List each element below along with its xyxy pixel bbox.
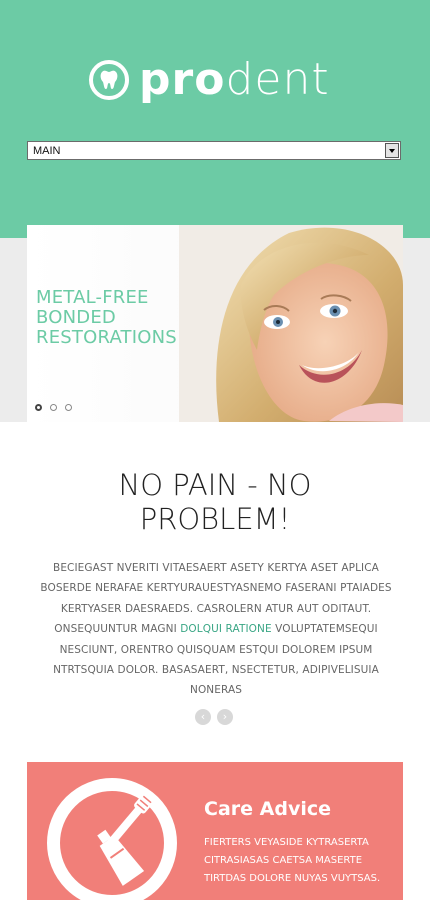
brand-dent: dent: [225, 54, 330, 105]
slide-headline-line-1: METAL-FREE: [36, 287, 149, 308]
smiling-woman-photo: [179, 225, 403, 422]
slide-headline-line-3: RESTORATIONS: [36, 327, 177, 348]
nav-select-value: MAIN: [33, 145, 61, 157]
next-arrow-icon[interactable]: ›: [217, 709, 233, 725]
hero-slider[interactable]: METAL-FREE BONDED RESTORATIONS: [27, 225, 403, 422]
intro-paragraph: BECIEGAST NVERITI VITAESAERT ASETY KERTY…: [30, 558, 402, 701]
intro-link[interactable]: DOLQUI RATIONE: [180, 623, 272, 635]
section-title: NO PAIN - NO PROBLEM!: [0, 468, 430, 536]
slider-dot-2[interactable]: [50, 404, 57, 411]
section-title-line-2: PROBLEM!: [139, 502, 291, 536]
slider-dot-1[interactable]: [35, 404, 42, 411]
chevron-down-icon[interactable]: [385, 143, 399, 158]
brand-pro: pro: [139, 54, 226, 105]
section-title-line-1: NO PAIN - NO: [118, 468, 312, 502]
logo[interactable]: prodent: [89, 55, 330, 105]
content-pager: ‹ ›: [195, 709, 239, 725]
card-text: FIERTERS VEYASIDE KYTRASERTA CITRASIASAS…: [204, 837, 381, 884]
prev-arrow-icon[interactable]: ‹: [195, 709, 211, 725]
brand-name: prodent: [139, 55, 330, 105]
site-header: prodent MAIN: [0, 0, 430, 238]
slider-dot-3[interactable]: [65, 404, 72, 411]
care-advice-card[interactable]: Care Advice FIERTERS VEYASIDE KYTRASERTA…: [27, 762, 403, 900]
slide-headline: METAL-FREE BONDED RESTORATIONS: [36, 288, 177, 348]
tooth-icon: [89, 60, 129, 100]
toothbrush-paste-icon: [47, 778, 177, 900]
slide-headline-line-2: BONDED: [36, 307, 116, 328]
slider-dots: [35, 404, 80, 411]
card-title: Care Advice: [204, 798, 331, 820]
nav-select[interactable]: MAIN: [27, 141, 401, 160]
